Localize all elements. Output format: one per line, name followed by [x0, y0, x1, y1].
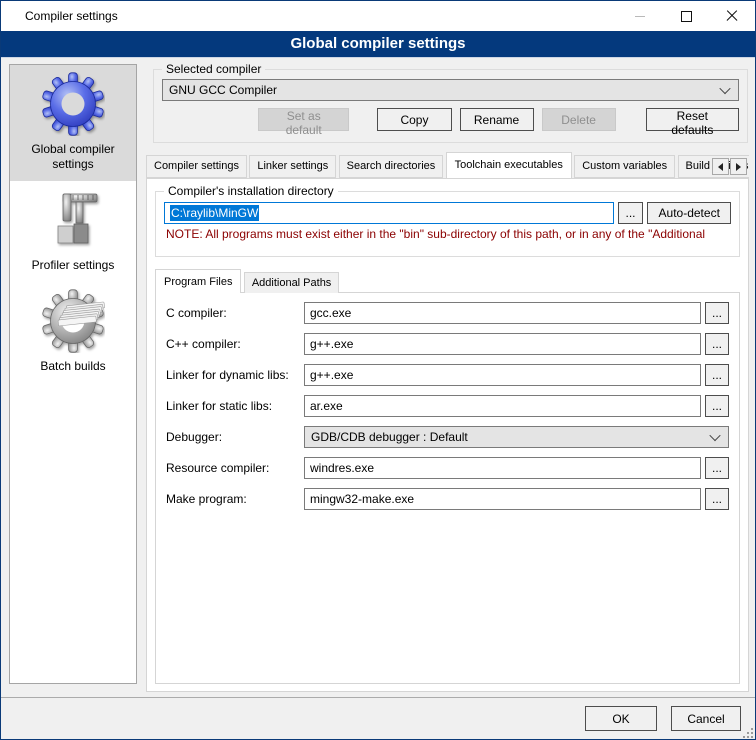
installation-directory-row: C:\raylib\MinGW ... Auto-detect: [164, 202, 731, 224]
maximize-icon: [681, 11, 692, 22]
installation-directory-group: Compiler's installation directory C:\ray…: [155, 191, 740, 257]
browse-button[interactable]: ...: [705, 488, 729, 510]
browse-button[interactable]: ...: [705, 302, 729, 324]
minimize-icon: [635, 16, 645, 17]
cpp-compiler-input[interactable]: g++.exe: [304, 333, 701, 355]
tab-scroll-right-button[interactable]: [730, 158, 747, 175]
chevron-down-icon: [719, 83, 730, 94]
browse-button[interactable]: ...: [705, 457, 729, 479]
debugger-select[interactable]: GDB/CDB debugger : Default: [304, 426, 729, 448]
tab-search-directories[interactable]: Search directories: [339, 155, 444, 178]
delete-button[interactable]: Delete: [542, 108, 616, 131]
sidebar-item-label: Profiler settings: [12, 258, 134, 273]
cancel-button[interactable]: Cancel: [671, 706, 741, 731]
selected-compiler-group: Selected compiler GNU GCC Compiler Set a…: [153, 69, 748, 143]
field-label: Make program:: [166, 492, 304, 506]
field-value: GDB/CDB debugger : Default: [311, 430, 468, 444]
field-row-resource-compiler: Resource compiler: windres.exe ...: [166, 457, 729, 479]
arrow-right-icon: [736, 163, 741, 171]
rename-button[interactable]: Rename: [460, 108, 534, 131]
ok-button[interactable]: OK: [585, 706, 657, 731]
make-program-input[interactable]: mingw32-make.exe: [304, 488, 701, 510]
browse-button[interactable]: ...: [705, 395, 729, 417]
blue-gear-icon: [41, 72, 105, 136]
field-label: Resource compiler:: [166, 461, 304, 475]
browse-button[interactable]: ...: [705, 333, 729, 355]
tab-linker-settings[interactable]: Linker settings: [249, 155, 336, 178]
field-label: Debugger:: [166, 430, 304, 444]
linker-dynamic-input[interactable]: g++.exe: [304, 364, 701, 386]
auto-detect-button[interactable]: Auto-detect: [647, 202, 731, 224]
field-value: g++.exe: [310, 368, 353, 382]
sidebar-item-global-compiler-settings[interactable]: Global compiler settings: [10, 65, 136, 181]
caliper-icon: [41, 188, 105, 252]
set-as-default-button[interactable]: Set as default: [258, 108, 349, 131]
field-row-cpp-compiler: C++ compiler: g++.exe ...: [166, 333, 729, 355]
main-panel: Selected compiler GNU GCC Compiler Set a…: [146, 63, 749, 691]
resize-grip-icon[interactable]: [743, 727, 753, 737]
field-label: C compiler:: [166, 306, 304, 320]
tab-toolchain-executables[interactable]: Toolchain executables: [446, 152, 572, 178]
field-row-c-compiler: C compiler: gcc.exe ...: [166, 302, 729, 324]
field-label: Linker for static libs:: [166, 399, 304, 413]
settings-tabstrip: Compiler settings Linker settings Search…: [146, 152, 749, 179]
caption-buttons: [617, 1, 755, 31]
installation-directory-input[interactable]: C:\raylib\MinGW: [164, 202, 614, 224]
tab-custom-variables[interactable]: Custom variables: [574, 155, 675, 178]
field-row-make-program: Make program: mingw32-make.exe ...: [166, 488, 729, 510]
close-icon: [726, 10, 738, 22]
tab-scroll-arrows: [712, 158, 747, 175]
window-title: Compiler settings: [1, 9, 118, 23]
dialog-footer: OK Cancel: [1, 697, 755, 739]
subtab-program-files[interactable]: Program Files: [155, 269, 241, 293]
resource-compiler-input[interactable]: windres.exe: [304, 457, 701, 479]
reset-defaults-button[interactable]: Reset defaults: [646, 108, 739, 131]
sidebar-item-label: Batch builds: [12, 359, 134, 374]
field-value: ar.exe: [310, 399, 343, 413]
group-label: Compiler's installation directory: [164, 184, 338, 198]
program-files-page: C compiler: gcc.exe ... C++ compiler: g+…: [155, 292, 740, 684]
field-row-linker-static: Linker for static libs: ar.exe ...: [166, 395, 729, 417]
arrow-left-icon: [718, 163, 723, 171]
minimize-button[interactable]: [617, 1, 663, 31]
compiler-buttons-row: Set as default Copy Rename Delete Reset …: [154, 108, 747, 131]
program-files-tabstrip: Program Files Additional Paths: [155, 269, 740, 293]
compiler-select[interactable]: GNU GCC Compiler: [162, 79, 739, 101]
browse-directory-button[interactable]: ...: [618, 202, 644, 224]
gray-gear-stack-icon: [41, 289, 105, 353]
toolchain-executables-page: Compiler's installation directory C:\ray…: [146, 178, 749, 692]
sidebar-item-profiler-settings[interactable]: Profiler settings: [10, 181, 136, 282]
field-value: g++.exe: [310, 337, 353, 351]
copy-button[interactable]: Copy: [377, 108, 451, 131]
browse-button[interactable]: ...: [705, 364, 729, 386]
installation-directory-value: C:\raylib\MinGW: [170, 205, 259, 221]
close-button[interactable]: [709, 1, 755, 31]
field-row-linker-dynamic: Linker for dynamic libs: g++.exe ...: [166, 364, 729, 386]
tab-compiler-settings[interactable]: Compiler settings: [146, 155, 247, 178]
sidebar-item-label: Global compiler settings: [12, 142, 134, 172]
note-text: NOTE: All programs must exist either in …: [166, 227, 739, 241]
titlebar: Compiler settings: [1, 1, 755, 31]
maximize-button[interactable]: [663, 1, 709, 31]
field-row-debugger: Debugger: GDB/CDB debugger : Default: [166, 426, 729, 448]
linker-static-input[interactable]: ar.exe: [304, 395, 701, 417]
compiler-select-value: GNU GCC Compiler: [169, 83, 277, 97]
chevron-down-icon: [709, 430, 720, 441]
field-label: Linker for dynamic libs:: [166, 368, 304, 382]
group-label: Selected compiler: [162, 62, 265, 76]
sidebar-item-batch-builds[interactable]: Batch builds: [10, 282, 136, 383]
page-title: Global compiler settings: [1, 31, 755, 58]
subtab-additional-paths[interactable]: Additional Paths: [244, 272, 340, 293]
field-label: C++ compiler:: [166, 337, 304, 351]
field-value: windres.exe: [310, 461, 374, 475]
compiler-settings-dialog: Compiler settings Global compiler settin…: [0, 0, 756, 740]
tab-scroll-left-button[interactable]: [712, 158, 729, 175]
c-compiler-input[interactable]: gcc.exe: [304, 302, 701, 324]
settings-category-list: Global compiler settings Profiler settin…: [9, 64, 137, 684]
field-value: gcc.exe: [310, 306, 351, 320]
field-value: mingw32-make.exe: [310, 492, 414, 506]
